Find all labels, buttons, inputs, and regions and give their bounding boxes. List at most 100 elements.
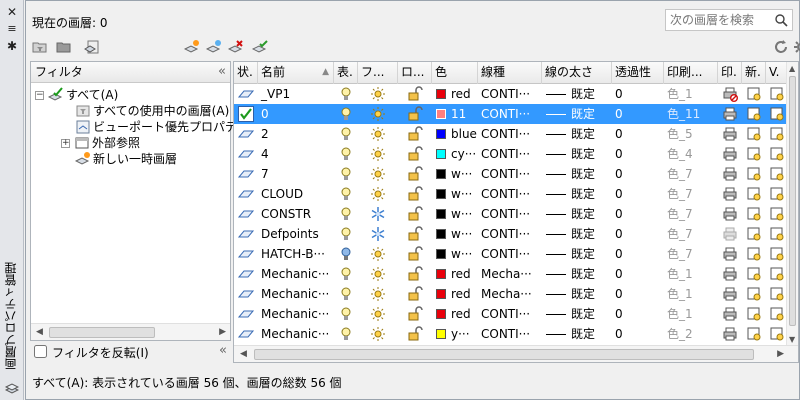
no-plot-printer-icon[interactable] xyxy=(718,84,742,104)
printer-icon[interactable] xyxy=(718,144,742,164)
light-bulb-on-icon[interactable] xyxy=(334,264,358,284)
light-bulb-on-icon[interactable] xyxy=(334,204,358,224)
printer-icon[interactable] xyxy=(718,204,742,224)
unlocked-padlock-icon[interactable] xyxy=(398,164,432,184)
tree-node-viewport-overrides[interactable]: ビューポート優先プロパティ xyxy=(75,119,248,135)
layer-transparency[interactable]: 0 xyxy=(612,284,664,304)
tree-node-used-layers[interactable]: すべての使用中の画層(A) xyxy=(75,103,229,119)
layer-name[interactable]: 4 xyxy=(258,144,334,164)
light-bulb-on-icon[interactable] xyxy=(334,224,358,244)
layer-status-icon[interactable] xyxy=(234,124,258,144)
vp-freeze-icon[interactable] xyxy=(766,184,788,204)
vp-freeze-icon[interactable] xyxy=(766,244,788,264)
layer-transparency[interactable]: 0 xyxy=(612,304,664,324)
column-vp-freeze-header[interactable]: V. xyxy=(766,62,788,84)
layer-linetype[interactable]: CONTI··· xyxy=(478,304,542,324)
unlocked-padlock-icon[interactable] xyxy=(398,284,432,304)
thawed-sun-icon[interactable] xyxy=(358,84,398,104)
layer-transparency[interactable]: 0 xyxy=(612,324,664,344)
layer-color[interactable]: w··· xyxy=(432,244,478,264)
layer-plot-style[interactable]: 色_1 xyxy=(664,304,718,324)
layer-status-icon[interactable] xyxy=(234,204,258,224)
auto-hide-icon[interactable]: ≡ xyxy=(5,22,19,35)
vp-freeze-icon[interactable] xyxy=(766,164,788,184)
layer-plot-style[interactable]: 色_7 xyxy=(664,244,718,264)
tree-node-xref[interactable]: + 外部参照 xyxy=(61,135,140,151)
settings-icon[interactable] xyxy=(791,37,800,57)
unlocked-padlock-icon[interactable] xyxy=(398,104,432,124)
layer-row[interactable]: Mechanic··· red Mecha··· 既定 0 色_1 xyxy=(234,264,788,284)
layer-lineweight[interactable]: 既定 xyxy=(542,204,612,224)
layer-status-icon[interactable] xyxy=(234,144,258,164)
thawed-sun-icon[interactable] xyxy=(358,284,398,304)
layer-linetype[interactable]: CONTI··· xyxy=(478,324,542,344)
layer-plot-style[interactable]: 色_1 xyxy=(664,284,718,304)
no-plot-printer-icon[interactable] xyxy=(718,224,742,244)
layer-color[interactable]: 11 xyxy=(432,104,478,124)
layer-linetype[interactable]: CONTI··· xyxy=(478,124,542,144)
vp-freeze-icon[interactable] xyxy=(766,304,788,324)
light-bulb-on-icon[interactable] xyxy=(334,324,358,344)
layer-color[interactable]: red xyxy=(432,84,478,104)
column-color-header[interactable]: 色 xyxy=(432,62,478,84)
frozen-snowflake-icon[interactable] xyxy=(358,204,398,224)
vp-freeze-icon[interactable] xyxy=(766,224,788,244)
layer-plot-style[interactable]: 色_2 xyxy=(664,324,718,344)
layer-lineweight[interactable]: 既定 xyxy=(542,224,612,244)
tree-node-all[interactable]: − すべて(A) xyxy=(35,87,118,103)
layer-linetype[interactable]: CONTI··· xyxy=(478,84,542,104)
new-layer-icon[interactable] xyxy=(182,37,202,57)
new-filter-icon[interactable] xyxy=(30,37,50,57)
layer-lineweight[interactable]: 既定 xyxy=(542,244,612,264)
light-bulb-on-icon[interactable] xyxy=(334,84,358,104)
set-current-icon[interactable] xyxy=(250,37,270,57)
layer-row[interactable]: Defpoints w··· CONTI··· 既定 0 色_7 xyxy=(234,224,788,244)
layer-linetype[interactable]: CONTI··· xyxy=(478,204,542,224)
frozen-snowflake-icon[interactable] xyxy=(358,224,398,244)
layer-name[interactable]: Mechanic··· xyxy=(258,304,334,324)
light-bulb-on-icon[interactable] xyxy=(334,184,358,204)
layer-transparency[interactable]: 0 xyxy=(612,104,664,124)
layer-color[interactable]: y··· xyxy=(432,324,478,344)
layer-lineweight[interactable]: 既定 xyxy=(542,324,612,344)
new-group-filter-icon[interactable] xyxy=(54,37,74,57)
printer-icon[interactable] xyxy=(718,324,742,344)
layer-color[interactable]: w··· xyxy=(432,224,478,244)
light-bulb-on-icon[interactable] xyxy=(334,164,358,184)
layer-linetype[interactable]: Mecha··· xyxy=(478,284,542,304)
column-plot-header[interactable]: 印. xyxy=(718,62,742,84)
layer-row[interactable]: 4 cy··· CONTI··· 既定 0 色_4 xyxy=(234,144,788,164)
new-vp-freeze-icon[interactable] xyxy=(742,144,766,164)
layer-color[interactable]: w··· xyxy=(432,204,478,224)
tree-expander[interactable]: − xyxy=(35,90,44,100)
layer-plot-style[interactable]: 色_7 xyxy=(664,184,718,204)
column-linetype-header[interactable]: 線種 xyxy=(478,62,542,84)
layer-plot-style[interactable]: 色_7 xyxy=(664,164,718,184)
layer-linetype[interactable]: CONTI··· xyxy=(478,224,542,244)
layer-linetype[interactable]: Mecha··· xyxy=(478,264,542,284)
layer-name[interactable]: _VP1 xyxy=(258,84,334,104)
layer-color[interactable]: red xyxy=(432,304,478,324)
layer-row[interactable]: Mechanic··· y··· CONTI··· 既定 0 色_2 xyxy=(234,324,788,344)
thawed-sun-icon[interactable] xyxy=(358,164,398,184)
new-vp-freeze-icon[interactable] xyxy=(742,204,766,224)
printer-icon[interactable] xyxy=(718,284,742,304)
scroll-left-icon[interactable]: ◀ xyxy=(240,349,247,359)
light-bulb-on-icon[interactable] xyxy=(334,284,358,304)
light-bulb-on-icon[interactable] xyxy=(334,124,358,144)
new-vp-freeze-icon[interactable] xyxy=(742,324,766,344)
vp-freeze-icon[interactable] xyxy=(766,264,788,284)
layer-row[interactable]: CONSTR w··· CONTI··· 既定 0 色_7 xyxy=(234,204,788,224)
unlocked-padlock-icon[interactable] xyxy=(398,264,432,284)
layer-row[interactable]: Mechanic··· red CONTI··· 既定 0 色_1 xyxy=(234,304,788,324)
column-freeze-header[interactable]: フ... xyxy=(358,62,398,84)
scroll-up-icon[interactable]: ▲ xyxy=(789,64,795,73)
layer-transparency[interactable]: 0 xyxy=(612,184,664,204)
layer-plot-style[interactable]: 色_5 xyxy=(664,124,718,144)
vp-freeze-icon[interactable] xyxy=(766,124,788,144)
new-vp-freeze-icon[interactable] xyxy=(742,244,766,264)
thawed-sun-icon[interactable] xyxy=(358,124,398,144)
unlocked-padlock-icon[interactable] xyxy=(398,144,432,164)
new-vp-freeze-icon[interactable] xyxy=(742,104,766,124)
printer-icon[interactable] xyxy=(718,104,742,124)
